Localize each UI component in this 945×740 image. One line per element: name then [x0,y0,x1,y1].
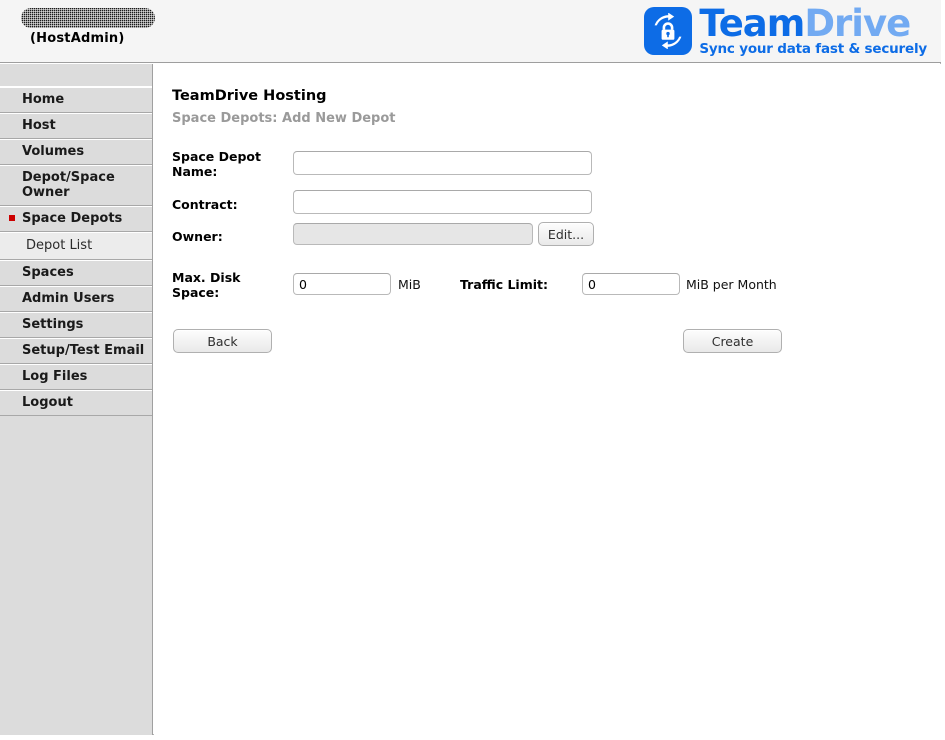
sidebar-item-log-files[interactable]: Log Files [0,364,152,390]
sidebar-item-logout[interactable]: Logout [0,390,152,416]
sidebar-item-label: Logout [22,395,73,410]
sidebar-nav: Home Host Volumes Depot/Space Owner Spac… [0,64,153,735]
sidebar-item-admin-users[interactable]: Admin Users [0,286,152,312]
teamdrive-logo: TeamDrive Sync your data fast & securely [644,5,927,57]
sidebar-item-spaces[interactable]: Spaces [0,260,152,286]
sidebar-item-label: Admin Users [22,291,115,306]
logo-word-team: Team [699,2,805,45]
space-depot-name-input[interactable] [293,151,592,175]
create-button[interactable]: Create [683,329,782,353]
contract-label: Contract: [172,197,238,212]
owner-label: Owner: [172,229,223,244]
sidebar-item-settings[interactable]: Settings [0,312,152,338]
active-marker-icon [9,215,15,221]
main-content: TeamDrive Hosting Space Depots: Add New … [154,64,941,735]
header-user-block: (HostAdmin) [10,8,280,46]
sidebar-item-depot-space-owner[interactable]: Depot/Space Owner [0,165,152,206]
sidebar-item-home[interactable]: Home [0,87,152,113]
page-subtitle: Space Depots: Add New Depot [172,111,396,126]
owner-input [293,223,533,245]
sidebar-item-label: Setup/Test Email [22,343,145,358]
page-header: (HostAdmin) TeamDrive Sync your data fas… [0,0,941,63]
traffic-limit-input[interactable] [582,273,680,295]
teamdrive-lock-sync-icon [644,7,693,55]
sidebar-item-depot-list[interactable]: Depot List [0,232,152,260]
header-user-role: (HostAdmin) [30,31,125,46]
sidebar-item-label: Depot List [26,238,93,253]
sidebar-item-label: Spaces [22,265,74,280]
logo-tagline: Sync your data fast & securely [699,41,927,57]
sidebar-item-label: Space Depots [22,211,123,226]
redacted-username [21,8,155,28]
traffic-limit-unit: MiB per Month [686,277,777,292]
page-title: TeamDrive Hosting [172,88,327,104]
logo-word-drive: Drive [804,2,911,45]
contract-input[interactable] [293,190,592,214]
sidebar-item-label: Depot/Space Owner [22,170,115,200]
sidebar-item-space-depots[interactable]: Space Depots [0,206,152,232]
sidebar-item-label: Volumes [22,144,85,159]
max-disk-space-unit: MiB [398,277,421,292]
back-button[interactable]: Back [173,329,272,353]
sidebar-item-volumes[interactable]: Volumes [0,139,152,165]
max-disk-space-label: Max. Disk Space: [172,270,241,300]
logo-text-block: TeamDrive Sync your data fast & securely [699,5,927,57]
sidebar-item-host[interactable]: Host [0,113,152,139]
sidebar-item-label: Home [22,92,65,107]
max-disk-space-input[interactable] [293,273,391,295]
space-depot-name-label: Space Depot Name: [172,149,261,179]
sidebar-item-label: Settings [22,317,84,332]
logo-wordmark: TeamDrive [699,5,927,42]
sidebar-item-setup-test-email[interactable]: Setup/Test Email [0,338,152,364]
page-container: (HostAdmin) TeamDrive Sync your data fas… [0,0,941,735]
owner-edit-button[interactable]: Edit... [538,222,594,246]
sidebar-item-label: Host [22,118,56,133]
sidebar-item-label: Log Files [22,369,88,384]
sidebar-top-strip [0,64,152,87]
